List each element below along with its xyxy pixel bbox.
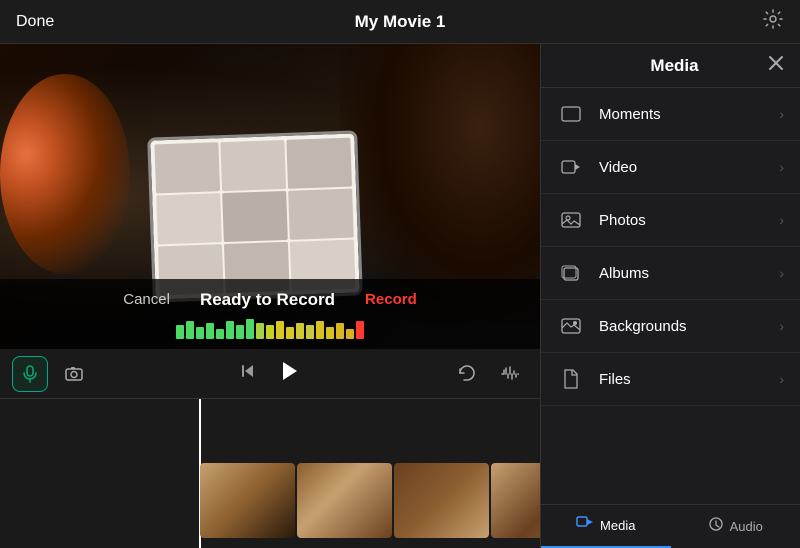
video-icon [557,153,585,181]
audio-tab-icon [708,516,724,537]
settings-button[interactable] [762,8,784,36]
albums-icon [557,259,585,287]
right-panel-header: Media [541,44,800,88]
timeline-track [0,399,540,548]
photos-label: Photos [599,212,779,229]
thumb-6 [288,189,354,240]
meter-bar-8 [246,319,254,339]
media-item-albums[interactable]: Albums › [541,247,800,300]
record-overlay: Cancel Ready to Record Record [0,279,540,349]
video-frame-2 [297,463,392,538]
moments-icon [557,100,585,128]
media-list: Moments › Video › Photos › Albums › Back… [541,88,800,504]
chevron-video-icon: › [779,159,784,175]
timeline-left-tools [12,356,92,392]
meter-bar-10 [266,325,274,339]
timeline-right-tools [448,356,528,392]
skip-to-start-button[interactable] [239,362,257,385]
meter-bar-1 [176,325,184,339]
video-frame-1 [200,463,295,538]
moments-label: Moments [599,106,779,123]
audio-tab-label: Audio [730,519,763,534]
record-button[interactable]: Record [365,291,417,308]
meter-bar-7 [236,325,244,339]
right-panel: Media Moments › Video › Photos › Albums … [540,44,800,548]
meter-bar-17 [336,323,344,339]
timeline-toolbar [0,349,540,399]
files-label: Files [599,371,779,388]
thumb-2 [220,140,286,191]
meter-bar-13 [296,323,304,339]
chevron-albums-icon: › [779,265,784,281]
video-label: Video [599,159,779,176]
meter-bar-5 [216,329,224,339]
albums-label: Albums [599,265,779,282]
chevron-moments-icon: › [779,106,784,122]
timeline-area [0,349,540,548]
meter-bar-12 [286,327,294,339]
thumb-4 [156,193,222,244]
thumb-3 [286,138,352,189]
backgrounds-label: Backgrounds [599,318,779,335]
meter-bar-2 [186,321,194,339]
meter-bar-4 [206,323,214,339]
play-button[interactable] [277,359,301,389]
microphone-button[interactable] [12,356,48,392]
video-strip [200,463,540,538]
thumb-5 [222,191,288,242]
meter-bar-6 [226,321,234,339]
close-right-panel-button[interactable] [768,54,784,77]
left-panel: Cancel Ready to Record Record [0,44,540,548]
tab-media-button[interactable]: Media [541,505,671,548]
cancel-record-button[interactable]: Cancel [123,291,170,308]
meter-bar-3 [196,327,204,339]
meter-bar-red [356,321,364,339]
undo-button[interactable] [448,356,484,392]
video-frame-4 [491,463,540,538]
tablet-screen [150,133,359,299]
top-bar-right [664,8,784,36]
movie-title: My Movie 1 [136,12,664,32]
ready-to-record-label: Ready to Record [200,290,335,310]
meter-bar-15 [316,321,324,339]
tab-audio-button[interactable]: Audio [671,505,800,548]
main-layout: Cancel Ready to Record Record [0,44,800,548]
bottom-tabs: Media Audio [541,504,800,548]
thumb-1 [154,142,220,193]
meter-bar-11 [276,321,284,339]
media-item-moments[interactable]: Moments › [541,88,800,141]
tablet-simulation [147,130,363,302]
meter-bar-9 [256,323,264,339]
timeline-center-tools [239,359,301,389]
media-tab-label: Media [600,518,635,533]
files-icon [557,365,585,393]
top-bar: Done My Movie 1 [0,0,800,44]
record-controls: Cancel Ready to Record Record [123,290,416,310]
media-item-video[interactable]: Video › [541,141,800,194]
meter-bar-16 [326,327,334,339]
done-button[interactable]: Done [16,13,54,31]
camera-button[interactable] [56,356,92,392]
meter-bar-14 [306,325,314,339]
media-item-photos[interactable]: Photos › [541,194,800,247]
video-preview: Cancel Ready to Record Record [0,44,540,349]
right-panel-title: Media [581,56,768,76]
top-bar-left: Done [16,13,136,31]
waveform-button[interactable] [492,356,528,392]
media-item-backgrounds[interactable]: Backgrounds › [541,300,800,353]
chevron-backgrounds-icon: › [779,318,784,334]
audio-meter [176,319,364,339]
scene-left [0,74,130,274]
media-item-files[interactable]: Files › [541,353,800,406]
meter-bar-18 [346,329,354,339]
photos-icon [557,206,585,234]
video-frame-3 [394,463,489,538]
chevron-files-icon: › [779,371,784,387]
backgrounds-icon [557,312,585,340]
chevron-photos-icon: › [779,212,784,228]
media-tab-icon [576,516,594,535]
